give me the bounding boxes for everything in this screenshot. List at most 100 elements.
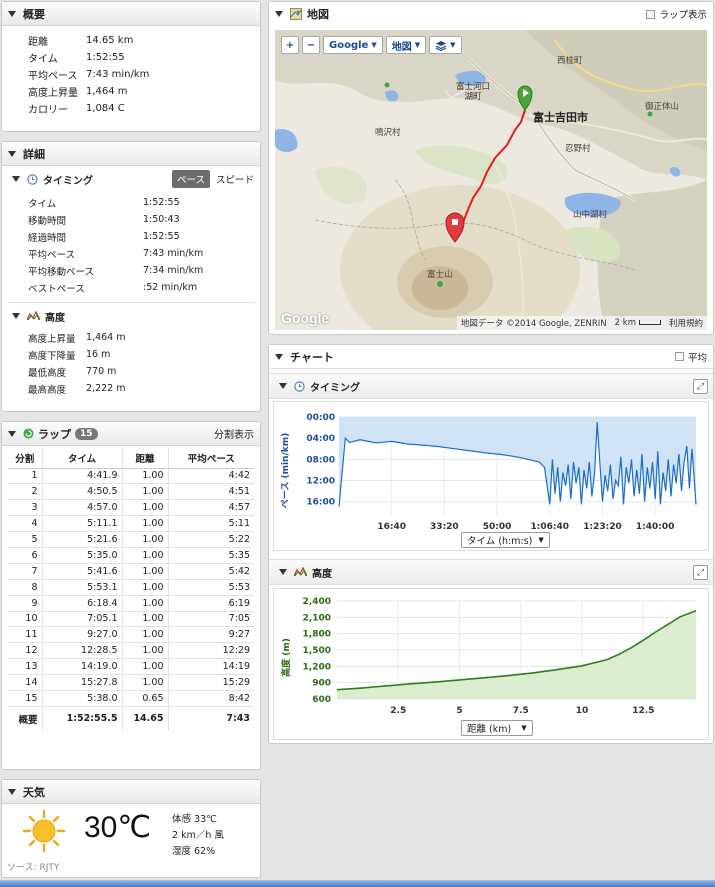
lap-split: 13 <box>8 658 43 676</box>
expand-icon[interactable]: ⤢ <box>693 565 708 580</box>
lap-split: 12 <box>8 642 43 660</box>
elev-ylabel: 高度 (m) <box>281 637 292 677</box>
bottom-bar <box>0 880 715 887</box>
pace-chart[interactable]: 00:00 04:00 08:00 12:00 16:00 16:40 33:20 50:00… <box>273 401 709 551</box>
layers-dropdown[interactable]: ▼ <box>429 36 462 54</box>
lap-time: 9:27.0 <box>42 626 123 644</box>
col-header-time[interactable]: タイム <box>42 448 123 469</box>
collapse-triangle-icon[interactable] <box>279 383 287 389</box>
collapse-triangle-icon[interactable] <box>12 176 20 182</box>
lap-pace: 7:43 <box>226 713 250 725</box>
laps-rows: 1 4:41.9 1.00 4:42 2 4:50.5 1.00 4:51 3 4:57.0 1.0… <box>8 468 254 731</box>
lap-split: 14 <box>8 674 43 691</box>
dropdown-arrow-icon: ▼ <box>538 536 544 544</box>
average-label: 平均 <box>687 352 707 364</box>
map-controls: + − Google ▼ 地図 ▼ ▼ <box>281 36 462 54</box>
map-canvas[interactable]: 西桂町 富士河口湖町 富士吉田市 御正体山 鳴沢村 忍野村 山中湖村 富士山 +… <box>275 30 707 330</box>
split-view-link[interactable]: 分割表示 <box>214 426 254 441</box>
summary-stats: 距離 14.65 km タイム 1:52:55 平均ペース 7:43 min/km 高… <box>2 26 260 117</box>
laps-count-badge: 15 <box>75 427 98 440</box>
lap-pace: 5:35 <box>168 547 254 564</box>
pace-xtick-label: 16:40 <box>377 522 406 532</box>
lap-pace: 4:57 <box>168 499 254 517</box>
collapse-triangle-icon[interactable] <box>275 353 283 360</box>
clock-icon <box>27 173 38 185</box>
elev-xaxis-dropdown[interactable]: 距離 (km) ▼ <box>461 720 533 736</box>
weather-title: 天気 <box>23 785 45 799</box>
lap-time: 5:35.0 <box>42 547 123 564</box>
timing-row: 経過時間 1:52:55 <box>28 231 180 244</box>
lap-time: 4:41.9 <box>42 468 123 485</box>
chart-header[interactable]: チャート 平均 <box>269 345 713 369</box>
lap-display-checkbox[interactable] <box>646 9 656 19</box>
map-type-dropdown[interactable]: 地図 ▼ <box>385 36 427 54</box>
place-label: 御正体山 <box>645 102 680 112</box>
lap-time: 6:18.4 <box>42 595 123 612</box>
lap-distance: 1.00 <box>122 563 169 580</box>
place-label: 山中湖村 <box>573 210 608 220</box>
expand-icon[interactable]: ⤢ <box>693 379 708 394</box>
weather-header[interactable]: 天気 <box>2 780 260 804</box>
weather-details: 体感 33℃ 2 km／h 風 湿度 62% <box>172 812 224 860</box>
lap-pace: 6:19 <box>168 595 254 612</box>
lap-split: 1 <box>8 468 43 485</box>
details-header[interactable]: 詳細 <box>2 142 260 166</box>
place-label: 富士山 <box>427 270 453 280</box>
map-provider-dropdown[interactable]: Google ▼ <box>323 36 383 54</box>
pace-ytick-label: 00:00 <box>306 413 335 423</box>
timing-title: タイミング <box>43 175 93 187</box>
humidity: 湿度 62% <box>172 846 216 857</box>
lap-distance: 0.65 <box>122 690 169 707</box>
lap-split: 6 <box>8 547 43 564</box>
pace-xaxis-dropdown[interactable]: タイム (h:m:s) ▼ <box>461 532 550 548</box>
pace-toggle-button[interactable]: ペース <box>171 170 210 188</box>
elev-ytick-label: 600 <box>312 695 331 705</box>
terms-link[interactable]: 利用規約 <box>669 317 703 329</box>
collapse-triangle-icon[interactable] <box>275 11 283 17</box>
clock-icon <box>294 380 305 392</box>
lap-time: 5:41.6 <box>42 563 123 580</box>
summary-header[interactable]: 概要 <box>2 2 260 26</box>
elevation-chart-header[interactable]: 高度 <box>269 559 713 585</box>
zoom-out-button[interactable]: − <box>302 36 320 54</box>
collapse-triangle-icon[interactable] <box>279 569 287 575</box>
elev-ytick-label: 1,200 <box>303 662 331 672</box>
pace-xtick-label: 50:00 <box>483 522 512 532</box>
timing-row: ベストペース:52 min/km <box>28 282 198 295</box>
map-header[interactable]: 地図 ラップ表示 <box>269 2 713 26</box>
timing-chart-header[interactable]: タイミング <box>269 373 713 399</box>
timing-subheader[interactable]: タイミング ペース スピード <box>2 166 260 192</box>
timing-stats: タイム 1:52:55 移動時間 1:50:43 経過時間 1:52:55 平均ペース… <box>2 192 260 296</box>
lap-time: 7:05.1 <box>42 611 123 628</box>
lap-row: 1 4:41.9 1.00 4:42 <box>8 468 254 485</box>
collapse-triangle-icon[interactable] <box>8 10 16 17</box>
lap-distance: 1.00 <box>122 595 169 612</box>
elevation-chart[interactable]: 2,400 2,100 1,800 1,500 1,200 900 600 2.5 5 7.5 10… <box>273 588 709 740</box>
col-header-split[interactable]: 分割 <box>8 448 43 469</box>
lap-distance: 1.00 <box>122 547 169 564</box>
collapse-triangle-icon[interactable] <box>8 788 16 795</box>
map-icon <box>290 8 302 20</box>
elevation-icon <box>27 311 40 321</box>
elevation-chart-svg: 2,400 2,100 1,800 1,500 1,200 900 600 2.5 5 7.5 10… <box>303 597 697 716</box>
zoom-in-button[interactable]: + <box>281 36 299 54</box>
elevation-chart-title: 高度 <box>312 568 332 580</box>
collapse-triangle-icon[interactable] <box>8 430 16 437</box>
collapse-triangle-icon[interactable] <box>8 150 16 157</box>
col-header-avg-pace[interactable]: 平均ペース <box>168 448 254 469</box>
summary-row: 距離 14.65 km <box>28 35 134 48</box>
elevation-icon <box>294 567 307 577</box>
lap-split: 7 <box>8 563 43 580</box>
lap-time: 12:28.5 <box>42 642 123 660</box>
place-label: 富士河口湖町 <box>455 82 490 102</box>
collapse-triangle-icon[interactable] <box>12 313 20 319</box>
speed-toggle-button[interactable]: スピード <box>216 172 254 186</box>
laps-header[interactable]: ラップ 15 分割表示 <box>2 422 260 446</box>
average-checkbox[interactable] <box>674 352 684 361</box>
col-header-distance[interactable]: 距離 <box>122 448 169 469</box>
lap-row: 2 4:50.5 1.00 4:51 <box>8 483 254 501</box>
elevation-subheader[interactable]: 高度 <box>2 303 260 329</box>
lap-time: 4:57.0 <box>42 499 123 517</box>
place-label: 鳴沢村 <box>375 128 401 138</box>
layers-icon <box>435 40 447 51</box>
